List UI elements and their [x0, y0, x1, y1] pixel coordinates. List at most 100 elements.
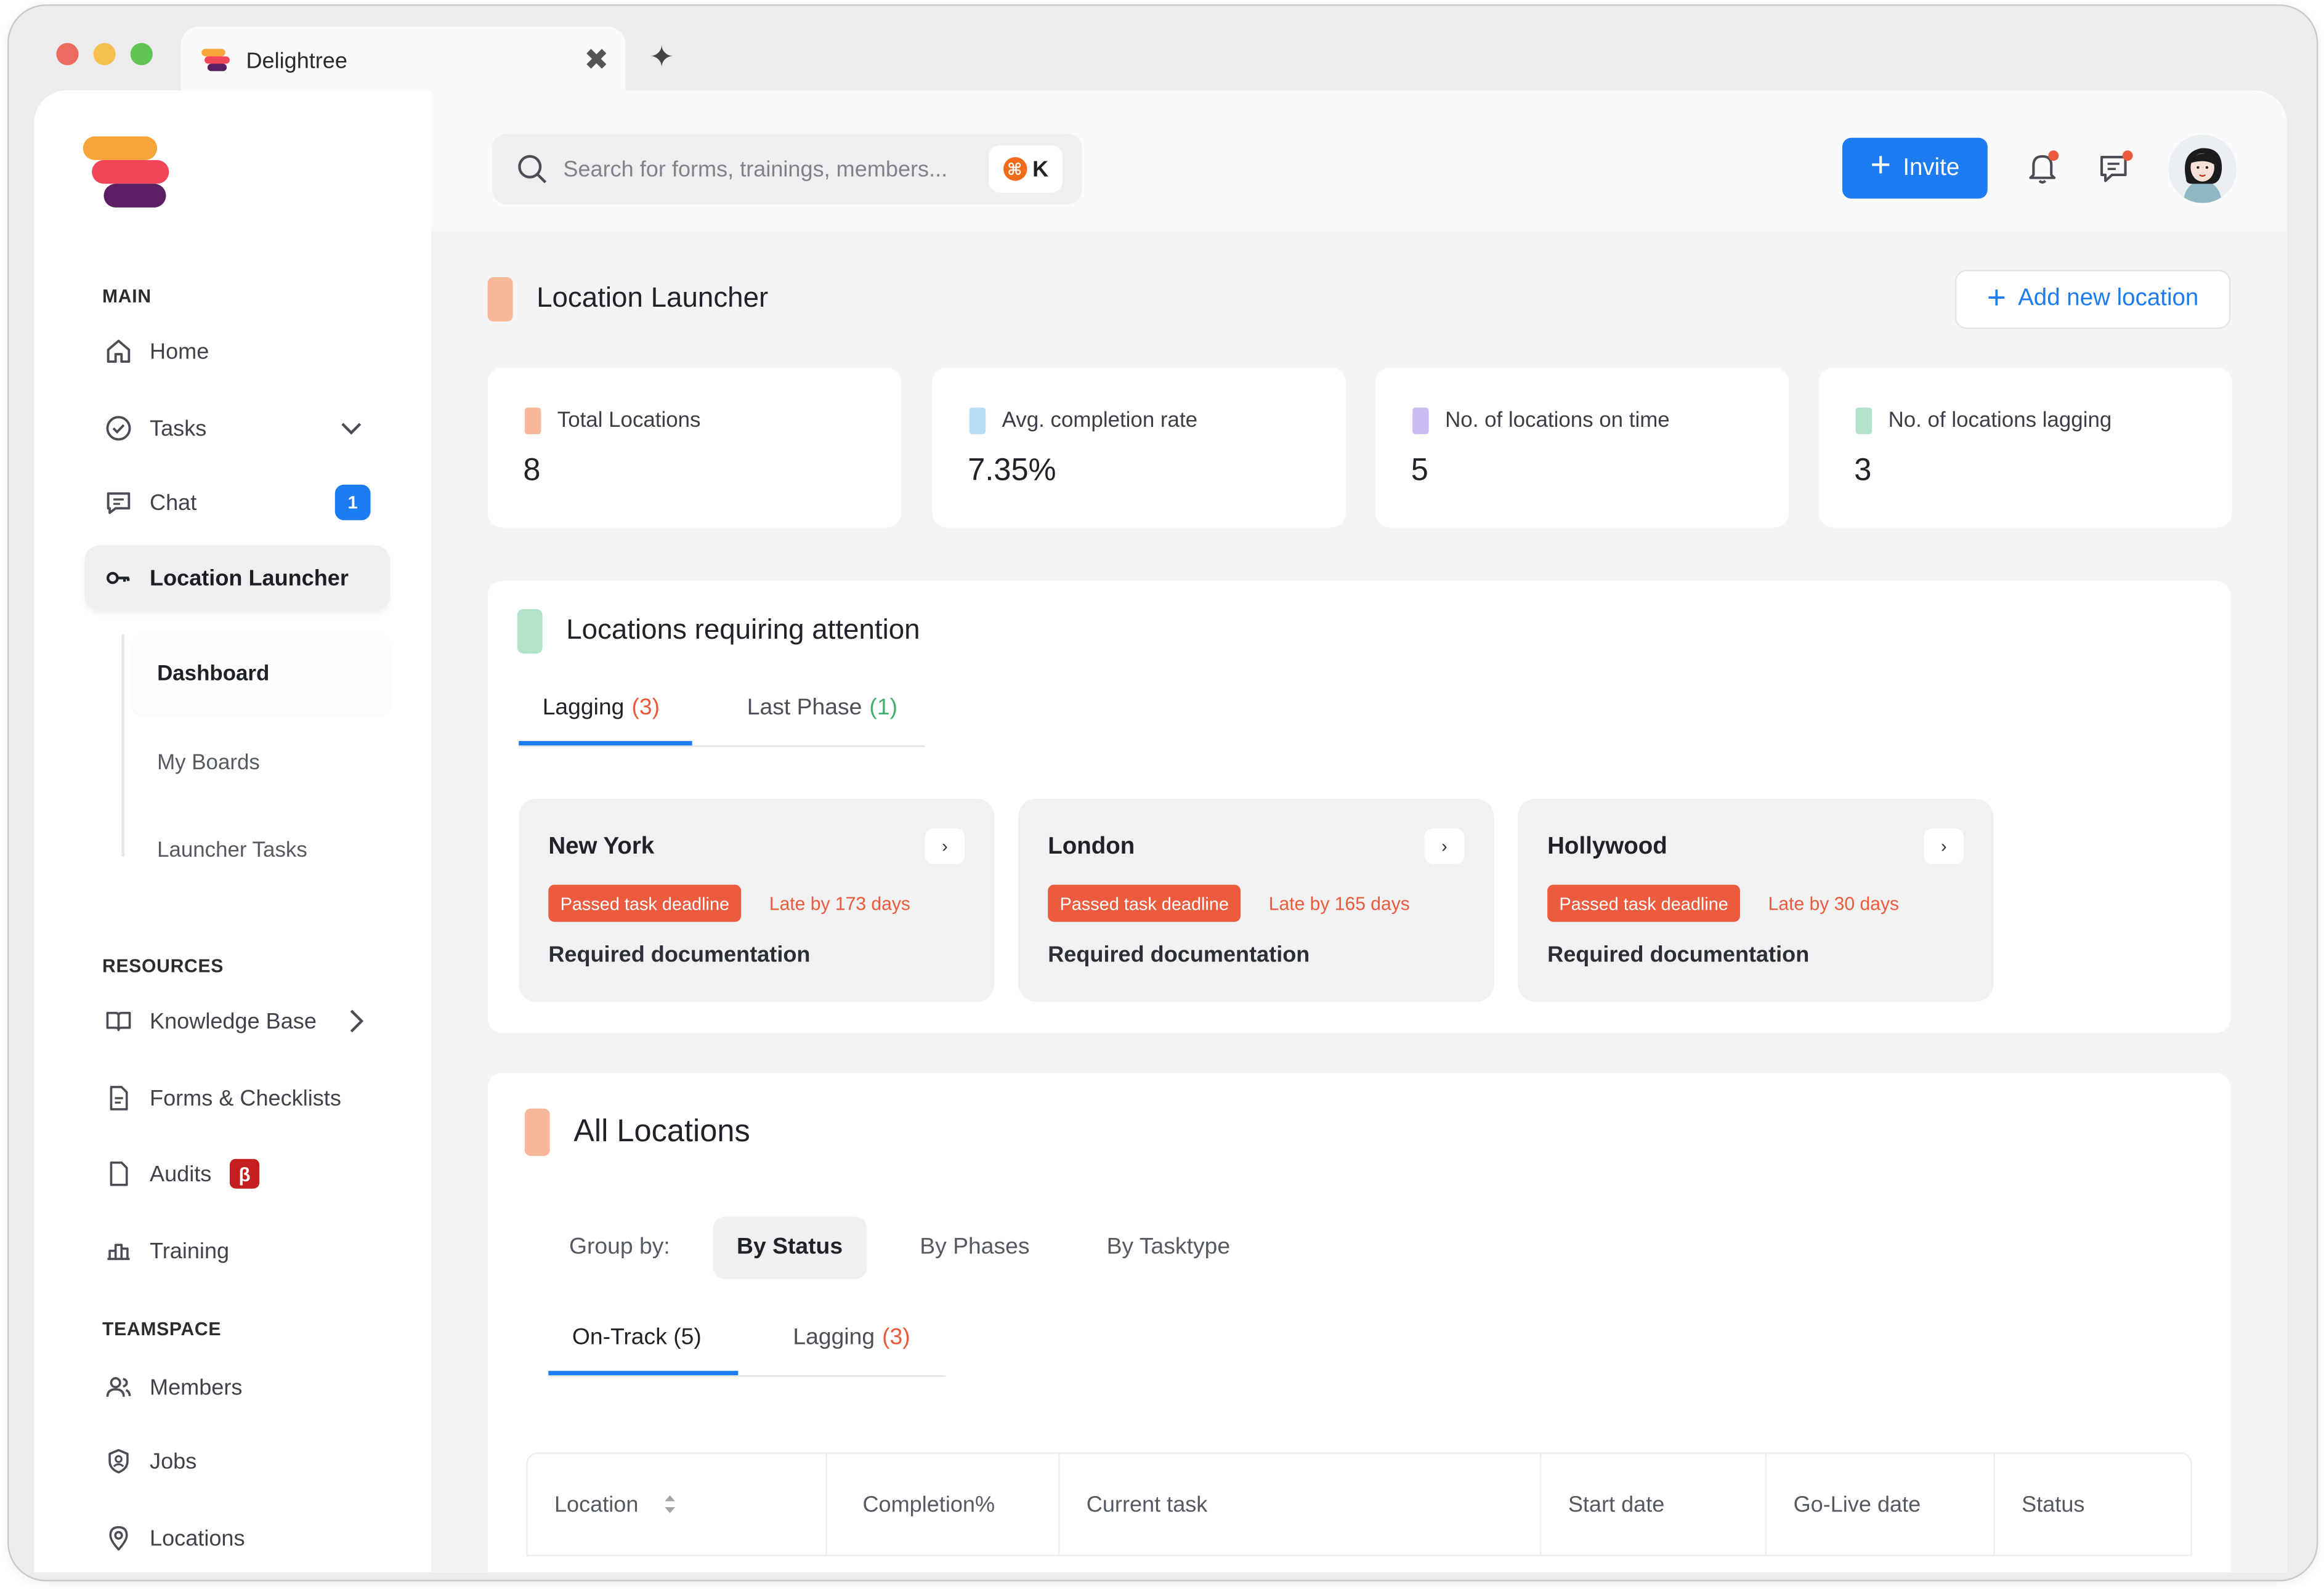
stat-label: Total Locations — [557, 409, 701, 433]
late-text: Late by 165 days — [1268, 893, 1410, 915]
tab-lagging[interactable]: Lagging (3) — [738, 1325, 934, 1375]
group-by-phases[interactable]: By Phases — [896, 1217, 1053, 1279]
location-card-new-york[interactable]: New York › Passed task deadline Late by … — [519, 798, 995, 1002]
group-by-status[interactable]: By Status — [713, 1216, 867, 1279]
sidebar-item-knowledge-base[interactable]: Knowledge Base — [84, 989, 390, 1054]
section-label-main: MAIN — [102, 286, 152, 307]
tab-title: Delightree — [246, 49, 347, 75]
title-accent — [524, 1108, 550, 1156]
late-text: Late by 30 days — [1768, 893, 1900, 915]
sort-icon[interactable] — [662, 1492, 677, 1516]
chat-icon — [102, 486, 135, 519]
stat-card-total-locations: Total Locations 8 — [487, 367, 901, 528]
keyboard-shortcut-hint: ⌘ K — [988, 145, 1063, 193]
maximize-window-button[interactable] — [130, 42, 153, 65]
sidebar-item-locations[interactable]: Locations — [84, 1506, 390, 1571]
location-name: London — [1048, 834, 1135, 860]
main-area: Location Launcher + Add new location Tot… — [431, 231, 2287, 1573]
column-header-status[interactable]: Status — [1995, 1454, 2191, 1555]
add-new-location-button[interactable]: + Add new location — [1954, 269, 2231, 330]
sidebar-item-location-launcher[interactable]: Location Launcher — [84, 545, 390, 611]
shortcut-key: K — [1032, 156, 1049, 182]
plus-icon: + — [1986, 278, 2006, 315]
stat-value: 7.35% — [968, 453, 1056, 488]
chevron-right-icon[interactable]: › — [1924, 828, 1964, 864]
tab-last-phase[interactable]: Last Phase (1) — [692, 695, 921, 746]
invite-button[interactable]: + Invite — [1842, 137, 1988, 199]
tab-lagging[interactable]: Lagging (3) — [519, 695, 692, 746]
tab-count: (3) — [631, 695, 660, 721]
deadline-badge: Passed task deadline — [548, 884, 742, 922]
title-accent — [517, 609, 543, 654]
home-icon — [102, 335, 135, 368]
sidebar-item-label: Chat — [150, 490, 197, 516]
tab-count: (3) — [882, 1325, 910, 1351]
stat-label: Avg. completion rate — [1002, 409, 1198, 433]
section-label-teamspace: TEAMSPACE — [102, 1319, 222, 1340]
search-input[interactable] — [563, 156, 1008, 182]
sidebar-item-audits[interactable]: Audits β — [84, 1141, 390, 1207]
stat-color-marker — [524, 407, 541, 435]
column-header-go-live-date[interactable]: Go-Live date — [1767, 1454, 1995, 1555]
close-tab-icon[interactable]: ✖ — [584, 41, 609, 78]
plus-icon: + — [1870, 145, 1892, 185]
sidebar-item-chat[interactable]: Chat 1 — [84, 470, 390, 535]
new-tab-icon[interactable]: ✦ — [649, 39, 674, 76]
search-icon — [518, 155, 547, 184]
deadline-badge: Passed task deadline — [1048, 884, 1241, 922]
chevron-right-icon[interactable]: › — [1424, 828, 1465, 864]
chevron-right-icon[interactable] — [346, 1006, 366, 1036]
column-header-start-date[interactable]: Start date — [1542, 1454, 1767, 1555]
add-location-label: Add new location — [2018, 286, 2199, 312]
column-header-completion[interactable]: Completion% — [827, 1454, 1060, 1555]
screenshot-root: Delightree ✖ ✦ MAIN Home Tasks Chat 1 Lo… — [0, 0, 2324, 1589]
sidebar-item-tasks[interactable]: Tasks — [84, 395, 390, 461]
window-controls — [56, 42, 153, 65]
check-circle-icon — [102, 412, 135, 445]
chevron-down-icon[interactable] — [339, 418, 363, 439]
sidebar-item-home[interactable]: Home — [84, 318, 390, 384]
user-avatar[interactable] — [2168, 134, 2237, 203]
sidebar-item-training[interactable]: Training — [84, 1218, 390, 1284]
document-icon — [102, 1082, 135, 1115]
bell-icon[interactable] — [2025, 148, 2063, 187]
tab-label: On-Track (5) — [572, 1325, 702, 1351]
tab-on-track[interactable]: On-Track (5) — [548, 1325, 739, 1375]
deadline-badge: Passed task deadline — [1547, 884, 1741, 922]
stat-card-avg-completion: Avg. completion rate 7.35% — [932, 367, 1346, 528]
avatar-illustration — [2183, 148, 2222, 203]
search-bar[interactable]: ⌘ K — [492, 133, 1082, 205]
location-card-london[interactable]: London › Passed task deadline Late by 16… — [1018, 798, 1494, 1002]
column-label: Location — [554, 1491, 639, 1517]
sidebar-item-members[interactable]: Members — [84, 1354, 390, 1420]
stat-label: No. of locations lagging — [1888, 409, 2112, 433]
sidebar-subitem-dashboard[interactable]: Dashboard — [132, 634, 390, 714]
sidebar-item-forms-checklists[interactable]: Forms & Checklists — [84, 1065, 390, 1131]
map-pin-icon — [102, 1522, 135, 1555]
file-icon — [102, 1157, 135, 1190]
stat-card-lagging: No. of locations lagging 3 — [1818, 367, 2232, 528]
stat-value: 3 — [1854, 453, 1872, 488]
requirement-text: Required documentation — [1547, 942, 1810, 968]
minimize-window-button[interactable] — [93, 42, 116, 65]
column-header-current-task[interactable]: Current task — [1059, 1454, 1542, 1555]
sidebar-item-label: Forms & Checklists — [150, 1085, 341, 1111]
column-header-location[interactable]: Location — [528, 1454, 827, 1555]
group-by-tasktype[interactable]: By Tasktype — [1083, 1217, 1253, 1279]
users-icon — [102, 1371, 135, 1404]
location-card-hollywood[interactable]: Hollywood › Passed task deadline Late by… — [1518, 798, 1994, 1002]
all-locations-title: All Locations — [573, 1114, 750, 1149]
sidebar-item-label: Knowledge Base — [150, 1008, 317, 1034]
sidebar-item-label: Tasks — [150, 415, 207, 441]
sidebar-subitem-my-boards[interactable]: My Boards — [132, 723, 390, 803]
sidebar-item-jobs[interactable]: Jobs — [84, 1429, 390, 1494]
chevron-right-icon[interactable]: › — [925, 828, 965, 864]
shield-user-icon — [102, 1445, 135, 1478]
sidebar-subitem-launcher-tasks[interactable]: Launcher Tasks — [132, 811, 390, 891]
requirement-text: Required documentation — [1048, 942, 1310, 968]
browser-tab[interactable]: Delightree ✖ — [180, 26, 626, 95]
sidebar-item-label: Home — [150, 338, 209, 364]
close-window-button[interactable] — [56, 42, 79, 65]
delightree-logo — [83, 136, 169, 208]
messages-icon[interactable] — [2097, 148, 2136, 187]
